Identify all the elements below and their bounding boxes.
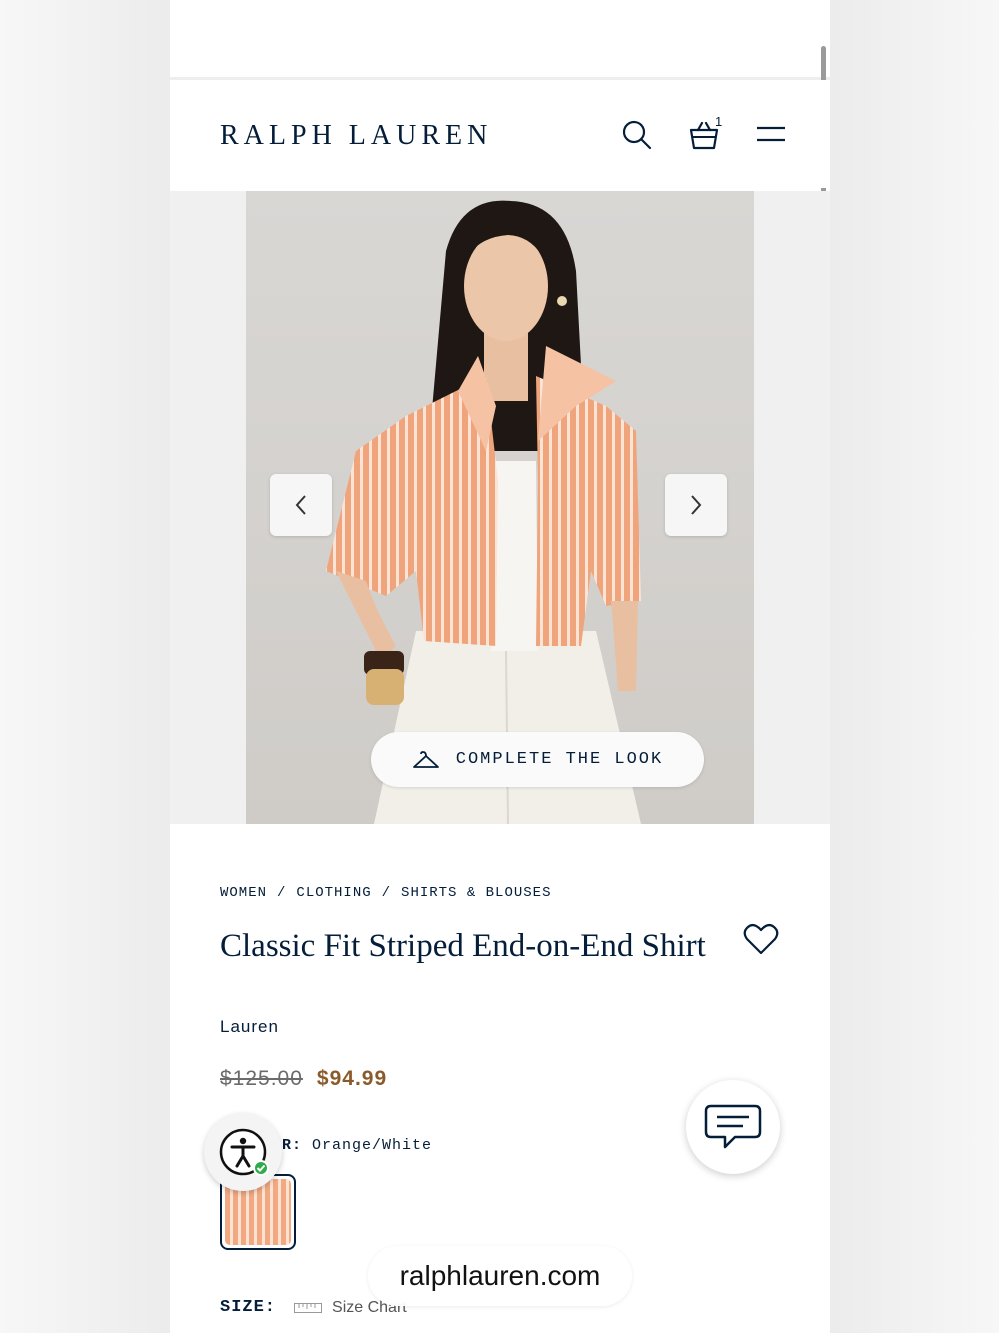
brand-logo[interactable]: RALPH LAUREN (220, 120, 492, 152)
breadcrumb-separator: / (277, 885, 287, 901)
complete-the-look-button[interactable]: COMPLETE THE LOOK (371, 732, 704, 787)
product-title: Classic Fit Striped End-on-End Shirt (220, 928, 706, 964)
hanger-icon (412, 750, 439, 768)
breadcrumb-separator: / (381, 885, 392, 901)
color-selection-row: R: Orange/White (282, 1137, 432, 1154)
background-right (830, 0, 999, 1333)
complete-the-look-label: COMPLETE THE LOOK (455, 750, 664, 769)
wishlist-heart-icon[interactable] (743, 922, 779, 956)
chat-button[interactable] (686, 1080, 780, 1174)
breadcrumb-shirts-blouses[interactable]: SHIRTS & BLOUSES (401, 885, 551, 901)
status-area (170, 0, 830, 80)
bag-count-badge: 1 (715, 114, 723, 129)
search-icon[interactable] (620, 118, 654, 152)
ruler-icon (294, 1302, 323, 1313)
chevron-left-icon (295, 495, 306, 515)
breadcrumb-clothing[interactable]: CLOTHING (296, 885, 371, 901)
previous-image-button[interactable] (270, 474, 332, 536)
accessibility-icon (219, 1128, 269, 1176)
size-row: SIZE: Size Chart (220, 1298, 407, 1317)
site-header: RALPH LAUREN 1 (170, 80, 830, 188)
chevron-right-icon (691, 495, 702, 515)
mobile-viewport: RALPH LAUREN 1 COMPLETE THE LOOK WOMEN /… (170, 0, 830, 1333)
background-left (0, 0, 170, 1333)
sale-price: $94.99 (316, 1067, 388, 1090)
accessibility-widget-button[interactable] (204, 1113, 282, 1191)
color-value: Orange/White (312, 1137, 433, 1154)
product-gallery[interactable]: COMPLETE THE LOOK (170, 191, 830, 824)
color-label: R: (282, 1137, 303, 1154)
original-price: $125.00 (220, 1067, 303, 1090)
product-brand[interactable]: Lauren (220, 1017, 279, 1037)
hamburger-menu-icon[interactable] (754, 118, 788, 152)
chat-bubble-icon (704, 1104, 762, 1149)
breadcrumb: WOMEN / CLOTHING / SHIRTS & BLOUSES (220, 885, 551, 901)
size-label: SIZE: (220, 1298, 277, 1317)
browser-url-pill[interactable]: ralphlauren.com (368, 1246, 632, 1306)
breadcrumb-women[interactable]: WOMEN (220, 885, 267, 901)
price-block: $125.00 $94.99 (220, 1067, 387, 1091)
next-image-button[interactable] (665, 474, 727, 536)
